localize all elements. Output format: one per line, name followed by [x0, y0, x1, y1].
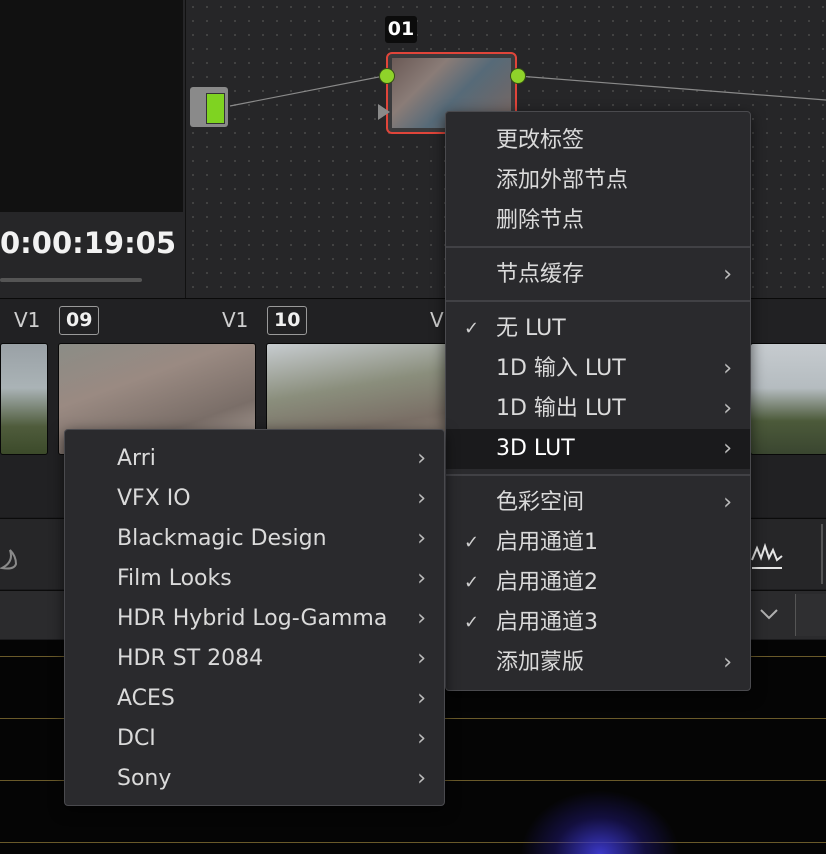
track-label: V1 [222, 308, 249, 332]
checkmark-icon: ✓ [464, 572, 480, 593]
lut-item-sony[interactable]: Sony › [65, 759, 444, 799]
viewer-image [0, 0, 183, 212]
track-label: V1 [14, 308, 41, 332]
chevron-down-icon[interactable] [758, 604, 780, 624]
menu-separator [446, 300, 750, 302]
chevron-right-icon: › [723, 490, 732, 515]
chevron-right-icon: › [723, 396, 732, 421]
chevron-right-icon: › [723, 262, 732, 287]
menu-item-color-space[interactable]: 色彩空间 › [446, 483, 750, 523]
lut-item-film-looks[interactable]: Film Looks › [65, 559, 444, 599]
checkmark-icon: ✓ [464, 612, 480, 633]
lut-item-blackmagic-design[interactable]: Blackmagic Design › [65, 519, 444, 559]
lut-item-hdr-hlg[interactable]: HDR Hybrid Log-Gamma › [65, 599, 444, 639]
menu-item-3d-lut[interactable]: 3D LUT › [446, 429, 750, 469]
menu-separator [446, 246, 750, 248]
waveform-scope-icon[interactable] [750, 538, 784, 572]
menu-separator [446, 474, 750, 476]
lut-item-aces[interactable]: ACES › [65, 679, 444, 719]
node-label-badge: 01 [385, 16, 417, 43]
lut-item-hdr-st2084[interactable]: HDR ST 2084 › [65, 639, 444, 679]
menu-item-add-outside-node[interactable]: 添加外部节点 [446, 161, 750, 201]
chevron-right-icon: › [417, 606, 426, 631]
menu-item-enable-channel-2[interactable]: ✓ 启用通道2 [446, 563, 750, 603]
clip-number: 09 [59, 306, 100, 335]
timecode: 0:00:19:05 [0, 226, 177, 260]
chevron-right-icon: › [417, 446, 426, 471]
chevron-right-icon: › [417, 766, 426, 791]
menu-item-node-cache[interactable]: 节点缓存 › [446, 255, 750, 295]
menu-item-delete-node[interactable]: 删除节点 [446, 201, 750, 241]
chevron-right-icon: › [417, 526, 426, 551]
chevron-right-icon: › [417, 686, 426, 711]
menu-item-no-lut[interactable]: ✓ 无 LUT [446, 309, 750, 349]
clip-thumbnail[interactable] [0, 343, 48, 455]
track-label: V [430, 308, 444, 332]
menu-item-change-label[interactable]: 更改标签 [446, 121, 750, 161]
menu-item-1d-output-lut[interactable]: 1D 输出 LUT › [446, 389, 750, 429]
flame-icon[interactable] [0, 532, 20, 572]
checkmark-icon: ✓ [464, 318, 480, 339]
node-output-dot[interactable] [510, 68, 526, 84]
chevron-right-icon: › [417, 566, 426, 591]
lut-item-arri[interactable]: Arri › [65, 439, 444, 479]
clip-number: 10 [267, 306, 308, 335]
toolbar-divider [821, 524, 823, 584]
menu-item-enable-channel-1[interactable]: ✓ 启用通道1 [446, 523, 750, 563]
menu-item-enable-channel-3[interactable]: ✓ 启用通道3 [446, 603, 750, 643]
node-context-menu: 更改标签 添加外部节点 删除节点 节点缓存 › ✓ 无 LUT 1D 输入 LUT ›… [445, 111, 751, 691]
node-key-input-icon [378, 104, 390, 120]
lut-item-dci[interactable]: DCI › [65, 719, 444, 759]
lut-item-vfx-io[interactable]: VFX IO › [65, 479, 444, 519]
chevron-right-icon: › [417, 646, 426, 671]
scope-settings-button[interactable] [795, 594, 826, 636]
checkmark-icon: ✓ [464, 532, 480, 553]
chevron-right-icon: › [723, 436, 732, 461]
chevron-right-icon: › [417, 486, 426, 511]
viewer-scrub-bar[interactable] [0, 278, 142, 282]
source-node-indicator [206, 93, 225, 124]
scope-trace [520, 790, 680, 854]
scope-gridline [0, 842, 826, 843]
lut-submenu: Arri › VFX IO › Blackmagic Design › Film Lo… [64, 429, 445, 806]
node-input-dot[interactable] [379, 68, 395, 84]
chevron-right-icon: › [417, 726, 426, 751]
menu-item-add-matte[interactable]: 添加蒙版 › [446, 643, 750, 683]
menu-item-1d-input-lut[interactable]: 1D 输入 LUT › [446, 349, 750, 389]
chevron-right-icon: › [723, 356, 732, 381]
chevron-right-icon: › [723, 650, 732, 675]
clip-thumbnail[interactable] [750, 343, 826, 455]
